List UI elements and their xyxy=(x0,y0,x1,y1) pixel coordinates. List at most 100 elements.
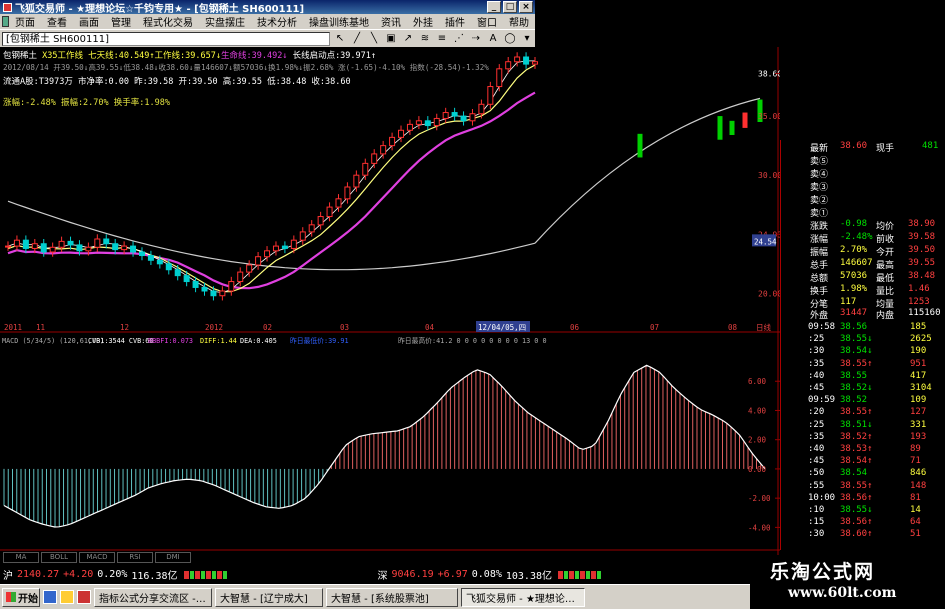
quote-divider xyxy=(780,140,781,550)
minimize-button[interactable]: _ xyxy=(487,1,501,13)
candle-body xyxy=(121,245,128,251)
tick-row: 10:00 38.56↑ 81 xyxy=(808,492,921,503)
menu-item-6[interactable]: 技术分析 xyxy=(251,14,303,29)
quicklaunch-ie-icon[interactable] xyxy=(43,590,57,604)
close-button[interactable]: × xyxy=(519,1,533,13)
quote-stat-row: 换手 1.98% 量比 1.46 xyxy=(810,284,930,297)
start-button[interactable]: 开始 xyxy=(2,587,40,607)
windows-logo-icon xyxy=(6,592,16,602)
sh-change: +4.20 xyxy=(63,569,94,580)
menu-item-1[interactable]: 查看 xyxy=(41,14,73,29)
quicklaunch-app-icon[interactable] xyxy=(77,590,91,604)
workline-ma xyxy=(7,64,536,293)
macd-y-tick-label: -2.00 xyxy=(748,494,771,503)
tick-row: :30 38.54↓ 190 xyxy=(808,346,927,357)
candle-body xyxy=(344,186,351,200)
task-dzh-2[interactable]: 大智慧 - [系统股票池] xyxy=(326,587,458,607)
candle-body xyxy=(85,246,92,252)
sevenday-ma xyxy=(7,60,535,294)
candle-body xyxy=(353,174,360,188)
menu-item-9[interactable]: 外挂 xyxy=(407,14,439,29)
candle-body xyxy=(103,238,110,245)
macd-header-text: DIFF:1.44 xyxy=(200,337,237,345)
menu-item-10[interactable]: 插件 xyxy=(439,14,471,29)
long-line-extension xyxy=(534,97,761,244)
tick-row: 09:58 38.56 185 xyxy=(808,322,927,332)
bid-volume: 481 xyxy=(922,141,939,151)
window-title: 飞狐交易师 - ★理想论坛☆千钧专用★ - [包钢稀土 SH600111] xyxy=(15,3,305,15)
candle-body xyxy=(264,250,271,258)
candle-body xyxy=(130,245,137,253)
task-dzh-1[interactable]: 大智慧 - [辽宁成大] xyxy=(215,587,323,607)
quote-stat-row: 分笔 117 均量 1253 xyxy=(810,297,930,310)
macd-diff-line xyxy=(3,364,766,528)
arrow-tool-icon[interactable]: ⇢ xyxy=(469,32,483,46)
menu-item-0[interactable]: 页面 xyxy=(9,14,41,29)
parallel-tool-icon[interactable]: ≋ xyxy=(418,32,432,46)
indicator-tab-0[interactable]: MA xyxy=(3,552,39,563)
candle-body xyxy=(94,238,101,248)
channel-tool-icon[interactable]: ≡ xyxy=(435,32,449,46)
indicator-tabs: MA BOLL MACD RSI DMI xyxy=(0,551,780,564)
menu-item-8[interactable]: 资讯 xyxy=(375,14,407,29)
tick-row: 09:59 38.52 109 xyxy=(808,395,927,406)
candle-body xyxy=(442,112,449,119)
candle-body xyxy=(174,269,181,277)
candle-body xyxy=(514,56,521,63)
indicator-tab-3[interactable]: RSI xyxy=(117,552,153,563)
candle-body xyxy=(532,61,538,65)
indicator-tab-2[interactable]: MACD xyxy=(79,552,115,563)
stock-chart[interactable]: 38.6035.0030.0024.9320.0024.542011111220… xyxy=(0,47,780,567)
candle-body xyxy=(237,271,244,283)
candle-body xyxy=(210,290,217,297)
candle-body xyxy=(451,112,458,117)
menu-item-2[interactable]: 画面 xyxy=(73,14,105,29)
candle-body xyxy=(58,240,65,248)
watermark: 乐淘公式网 www.60lt.com xyxy=(750,555,945,609)
menu-item-12[interactable]: 帮助 xyxy=(503,14,535,29)
maximize-button[interactable]: □ xyxy=(503,1,517,13)
line-tool-icon[interactable]: ╱ xyxy=(350,32,364,46)
task-forum[interactable]: 指标公式分享交流区 -… xyxy=(94,587,212,607)
task-feihu[interactable]: 飞狐交易师 - ★理想论… xyxy=(461,587,585,607)
menu-item-7[interactable]: 操盘训练基地 xyxy=(303,14,375,29)
candle-body xyxy=(76,244,83,252)
candle-body xyxy=(31,243,38,249)
ellipse-tool-icon[interactable]: ◯ xyxy=(503,32,517,46)
candle-body xyxy=(433,117,440,127)
ray-tool-icon[interactable]: ↗ xyxy=(401,32,415,46)
more-tool-icon[interactable]: ▾ xyxy=(520,32,534,46)
menu-item-5[interactable]: 实盘摆庄 xyxy=(199,14,251,29)
order-label: 卖⑤ xyxy=(810,157,829,167)
tick-row: :20 38.55↑ 127 xyxy=(808,407,927,418)
cursor-tool-icon[interactable]: ↖ xyxy=(333,32,347,46)
candle-body xyxy=(380,145,387,155)
menu-app-icon[interactable] xyxy=(2,16,9,27)
sz-change: +6.97 xyxy=(437,569,468,580)
trend-tool-icon[interactable]: ╲ xyxy=(367,32,381,46)
stock-title-field[interactable]: [包钢稀土 SH600111] xyxy=(2,31,330,46)
menu-item-3[interactable]: 管理 xyxy=(105,14,137,29)
candle-body xyxy=(496,68,503,88)
candle-body xyxy=(147,255,154,261)
tick-row: :50 38.54 846 xyxy=(808,468,927,479)
tick-row: :25 38.55↓ 2625 xyxy=(808,334,932,345)
order-label: 卖④ xyxy=(810,170,829,180)
rect-tool-icon[interactable]: ▣ xyxy=(384,32,398,46)
quicklaunch-folder-icon[interactable] xyxy=(60,590,74,604)
menu-item-4[interactable]: 程式化交易 xyxy=(137,14,199,29)
x-axis-tick-label: 02 xyxy=(263,323,272,332)
candle-body xyxy=(281,245,288,249)
fib-tool-icon[interactable]: ⋰ xyxy=(452,32,466,46)
menu-item-11[interactable]: 窗口 xyxy=(471,14,503,29)
indicator-tab-4[interactable]: DMI xyxy=(155,552,191,563)
watermark-cn: 乐淘公式网 xyxy=(770,561,876,583)
candle-body xyxy=(112,243,119,251)
text-tool-icon[interactable]: A xyxy=(486,32,500,46)
quote-stat-row: 涨跌 -0.98 均价 38.90 xyxy=(810,219,936,232)
indicator-tab-1[interactable]: BOLL xyxy=(41,552,77,563)
candle-body xyxy=(424,120,431,127)
candle-body xyxy=(290,239,297,249)
candle-body xyxy=(469,113,476,122)
tick-row: :40 38.55 417 xyxy=(808,370,927,381)
